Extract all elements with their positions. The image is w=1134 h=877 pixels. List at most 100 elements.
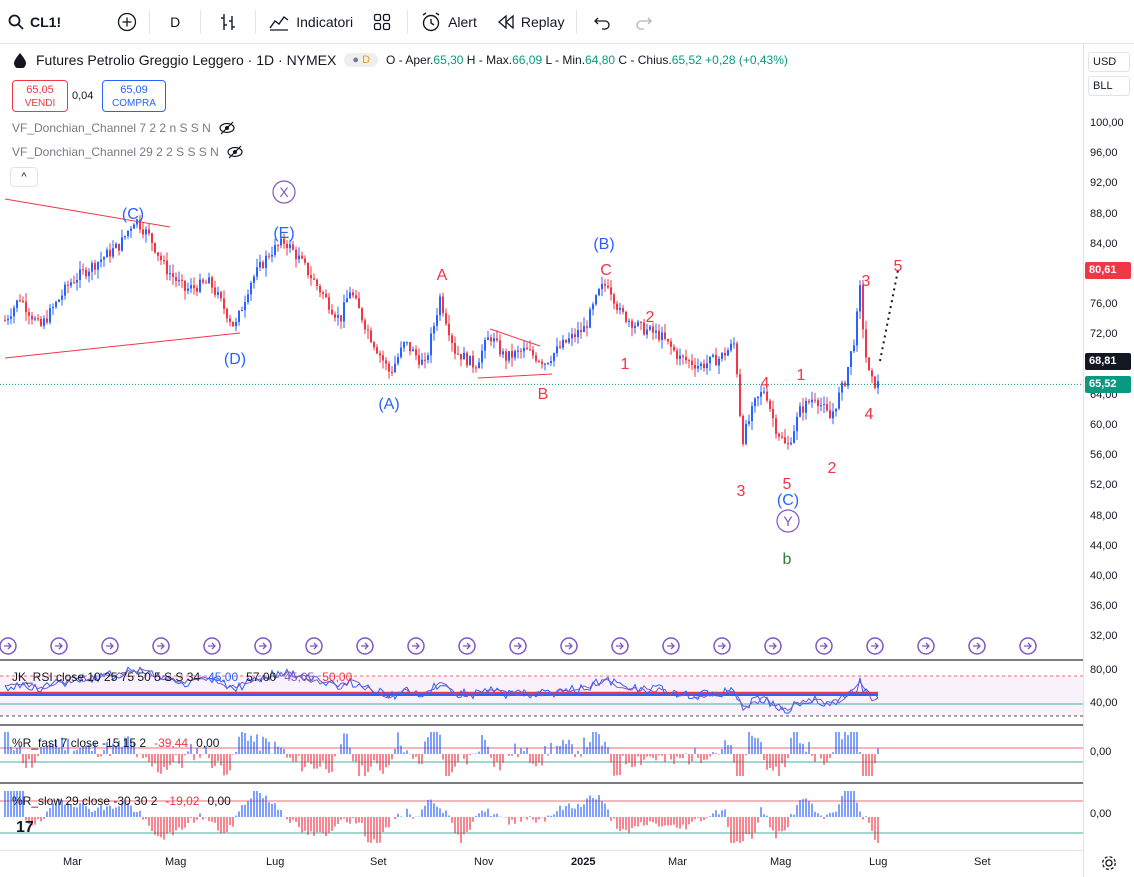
currency-selector[interactable]: USD: [1088, 52, 1130, 72]
candle-body: [238, 310, 240, 322]
candle-body: [487, 337, 489, 341]
indicator-name: VF_Donchian_Channel 7 2 2 n S S N: [12, 121, 211, 135]
candle-body: [313, 278, 315, 280]
candle-body: [148, 229, 150, 234]
tradingview-logo[interactable]: 17: [16, 819, 34, 837]
candle-body: [382, 355, 384, 361]
low-value: 64,80: [585, 53, 616, 67]
wave-label-A: A: [437, 267, 448, 284]
collapse-legend-button[interactable]: ^: [10, 167, 38, 187]
candle-body: [607, 285, 609, 288]
candle-body: [865, 329, 867, 358]
time-tick: Lug: [266, 856, 285, 868]
rsi-legend[interactable]: JK_RSI close 10 25 75 50 5 S S 34 45,00 …: [12, 670, 352, 684]
candle-body: [649, 326, 651, 330]
unit-selector[interactable]: BLL: [1088, 76, 1130, 96]
price-tag-last: 65,52: [1085, 376, 1131, 393]
price-tick: 56,00: [1090, 449, 1118, 462]
indicators-button[interactable]: Indicatori: [260, 0, 361, 44]
rfast-legend[interactable]: %R_fast 7 close -15 15 2 -39,44 0,00: [12, 736, 219, 750]
replay-button[interactable]: Replay: [489, 0, 573, 44]
time-tick: Mag: [165, 856, 187, 868]
wave-label-C: C: [600, 262, 612, 279]
chart-type-button[interactable]: [205, 0, 251, 44]
candle-body: [154, 242, 156, 253]
eye-hidden-icon[interactable]: [219, 121, 235, 135]
event-marker-arrow: [106, 642, 114, 650]
candle-body: [580, 330, 582, 333]
candle-body: [121, 237, 123, 251]
sell-button[interactable]: 65,05 VENDI: [12, 80, 68, 112]
layouts-button[interactable]: [361, 0, 403, 44]
candle-body: [433, 325, 435, 334]
candle-body: [430, 333, 432, 356]
event-marker-arrow: [871, 642, 879, 650]
candle-body: [616, 303, 618, 310]
candle-body: [484, 340, 486, 351]
candle-body: [46, 318, 48, 323]
candle-body: [88, 271, 90, 277]
candle-body: [508, 351, 510, 361]
candle-body: [556, 346, 558, 354]
compare-button[interactable]: [109, 0, 145, 44]
settings-gear-icon[interactable]: [1101, 855, 1117, 871]
undo-button[interactable]: [581, 0, 623, 44]
eye-hidden-icon[interactable]: [227, 145, 243, 159]
indicator-donchian-29[interactable]: VF_Donchian_Channel 29 2 2 S S S N: [12, 145, 243, 159]
candle-body: [82, 269, 84, 271]
open-label: O - Aper.: [386, 53, 434, 67]
replay-label: Replay: [520, 13, 565, 30]
market-status-badge[interactable]: ● D: [344, 53, 379, 67]
candle-body: [265, 255, 267, 268]
candle-body: [787, 443, 789, 445]
wave-label-two_a: 2: [646, 309, 655, 326]
candle-body: [703, 363, 705, 369]
rslow-legend[interactable]: %R_slow 29 close -30 30 2 -19,02 0,00: [12, 794, 231, 808]
candle-body: [625, 311, 627, 322]
candle-body: [811, 399, 813, 403]
candle-body: [142, 229, 144, 235]
candle-body: [457, 353, 459, 355]
candle-body: [526, 347, 528, 350]
event-marker-arrow: [667, 642, 675, 650]
candle-body: [694, 365, 696, 369]
rslow-label: %R_slow 29 close -30 30 2: [12, 794, 158, 808]
indicators-icon: [269, 15, 289, 31]
event-marker-arrow: [412, 642, 420, 650]
redo-button[interactable]: [623, 0, 665, 44]
candle-body: [25, 301, 27, 313]
candle-body: [412, 349, 414, 352]
buy-button[interactable]: 65,09 COMPRA: [102, 80, 166, 112]
rewind-icon: [497, 14, 514, 29]
candle-body: [808, 400, 810, 403]
alert-button[interactable]: Alert: [412, 0, 485, 44]
event-marker-arrow: [361, 642, 369, 650]
sell-label: VENDI: [24, 98, 56, 109]
price-chart[interactable]: (C)(E)(D)(A)AB(B)C12345(C)b12345XY: [0, 44, 1083, 850]
candle-body: [646, 329, 648, 335]
candle-body: [538, 360, 540, 362]
candle-body: [271, 254, 273, 257]
projection-line: [879, 269, 899, 362]
candle-body: [22, 300, 24, 302]
event-marker-arrow: [616, 642, 624, 650]
time-tick: Mag: [770, 856, 792, 868]
candle-body: [856, 311, 858, 346]
rsi-value-3: 45,05: [284, 670, 315, 684]
interval-button[interactable]: D: [154, 0, 196, 44]
candle-body: [220, 292, 222, 299]
symbol-search[interactable]: CL1!: [0, 0, 69, 44]
time-axis[interactable]: [0, 850, 1083, 877]
candle-body: [562, 339, 564, 348]
redo-icon: [636, 17, 653, 30]
event-marker-arrow: [259, 642, 267, 650]
toolbar-divider: [149, 9, 151, 34]
candle-body: [871, 370, 873, 377]
high-value: 66,09: [512, 53, 543, 67]
indicator-donchian-7[interactable]: VF_Donchian_Channel 7 2 2 n S S N: [12, 121, 235, 135]
event-marker-arrow: [973, 642, 981, 650]
candle-body: [292, 244, 294, 250]
candle-body: [379, 353, 381, 356]
candle-body: [85, 269, 87, 277]
candle-body: [535, 355, 537, 361]
